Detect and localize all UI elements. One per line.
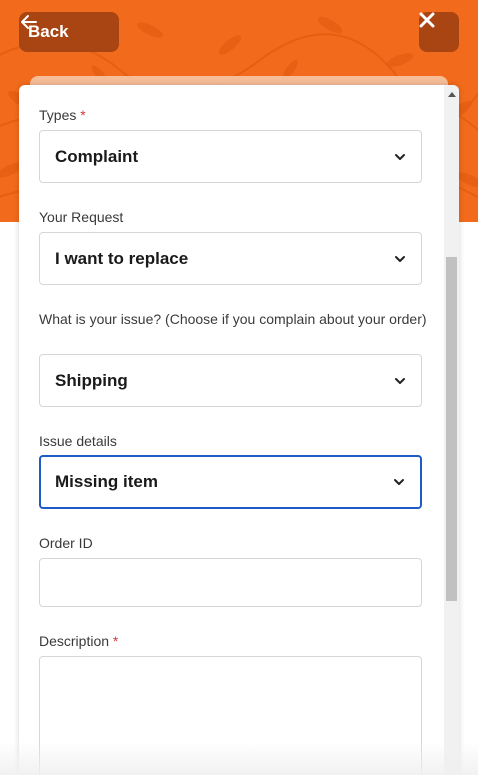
- scroll-up-arrow-icon: [447, 92, 456, 97]
- issue-details-select-value: Missing item: [55, 472, 158, 491]
- chevron-down-icon: [394, 479, 404, 485]
- types-select-value: Complaint: [55, 146, 139, 166]
- back-button[interactable]: Back: [19, 12, 119, 52]
- scrollbar[interactable]: [444, 85, 459, 775]
- description-label: Description *: [39, 633, 119, 649]
- close-button[interactable]: [419, 12, 459, 52]
- chevron-down-icon: [395, 153, 405, 160]
- chevron-down-icon: [395, 377, 405, 384]
- chevron-down-icon: [395, 255, 405, 262]
- required-asterisk: *: [80, 107, 86, 123]
- scroll-up-button[interactable]: [444, 87, 459, 101]
- issue-select-value: Shipping: [55, 370, 128, 390]
- types-select[interactable]: Complaint: [39, 130, 422, 183]
- close-icon: [419, 12, 435, 28]
- arrow-left-icon: [21, 15, 37, 29]
- request-select-value: I want to replace: [55, 248, 189, 268]
- issue-select[interactable]: Shipping: [39, 354, 422, 407]
- scroll-thumb[interactable]: [446, 257, 457, 601]
- issue-details-label: Issue details: [39, 433, 117, 449]
- order-id-label: Order ID: [39, 535, 93, 551]
- bottom-fade: [0, 742, 478, 775]
- request-label: Your Request: [39, 209, 124, 225]
- issue-details-select[interactable]: Missing item: [39, 455, 422, 509]
- request-select[interactable]: I want to replace: [39, 232, 422, 285]
- order-id-input[interactable]: [39, 558, 422, 607]
- required-asterisk: *: [112, 633, 119, 649]
- types-label: Types *: [39, 107, 86, 123]
- issue-label: What is your issue? (Choose if you compl…: [39, 311, 427, 327]
- request-form-card: Types * Complaint Your Request I want to…: [19, 85, 459, 775]
